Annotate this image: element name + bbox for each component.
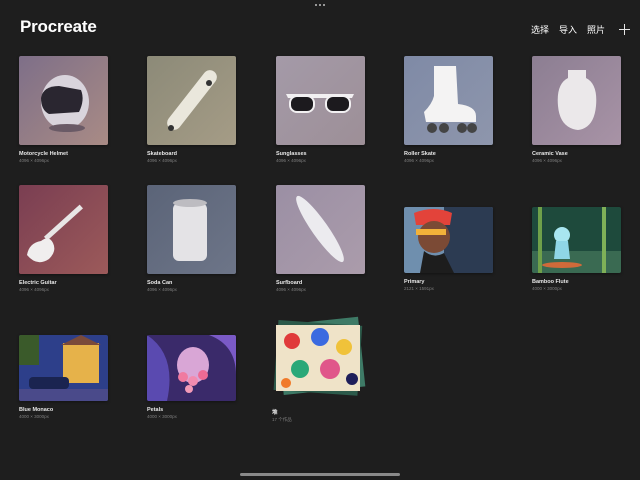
stack-image [273, 316, 366, 396]
header-actions: 选择 导入 照片 [531, 23, 630, 36]
artwork-thumbnail[interactable] [19, 56, 108, 145]
stack-card[interactable]: 堆 17 个作品 [272, 313, 368, 423]
multitasking-grabber[interactable] [315, 4, 325, 6]
motorcycle-helmet-image [19, 56, 108, 145]
artwork-card[interactable]: Electric Guitar 4096 × 4096px [19, 185, 108, 292]
artwork-thumbnail[interactable] [276, 185, 365, 274]
artwork-card[interactable]: Skateboard 4096 × 4096px [147, 56, 236, 163]
stack-title: 堆 [272, 410, 278, 416]
photo-button[interactable]: 照片 [587, 23, 605, 36]
artwork-card[interactable]: Primary 2121 × 1591px [404, 185, 493, 291]
artwork-size: 4096 × 4096px [404, 158, 434, 163]
app-title: Procreate [20, 17, 97, 36]
artwork-size: 4096 × 4096px [19, 158, 49, 163]
artwork-card[interactable]: Surfboard 4096 × 4096px [276, 185, 365, 292]
artwork-title: Electric Guitar [19, 280, 57, 286]
sunglasses-image [276, 56, 365, 145]
artwork-thumbnail[interactable] [19, 185, 108, 274]
artwork-size: 4000 × 3000px [147, 414, 177, 419]
artwork-size: 4096 × 4096px [532, 158, 562, 163]
artwork-size: 4096 × 4096px [147, 287, 177, 292]
soda-can-image [147, 185, 236, 274]
artwork-title: Motorcycle Helmet [19, 151, 68, 157]
artwork-size: 2121 × 1591px [404, 286, 434, 291]
primary-portrait-image [404, 207, 493, 273]
artwork-thumbnail[interactable] [532, 56, 621, 145]
select-button[interactable]: 选择 [531, 23, 549, 36]
new-canvas-plus-icon[interactable] [619, 24, 630, 35]
artwork-title: Bamboo Flute [532, 279, 569, 285]
artwork-title: Skateboard [147, 151, 177, 157]
electric-guitar-image [19, 185, 108, 274]
artwork-title: Roller Skate [404, 151, 436, 157]
artwork-card[interactable]: Sunglasses 4096 × 4096px [276, 56, 365, 163]
stack-thumbnail[interactable] [272, 313, 368, 402]
petals-image [147, 335, 236, 401]
roller-skate-image [404, 56, 493, 145]
artwork-thumbnail[interactable] [147, 56, 236, 145]
artwork-title: Soda Can [147, 280, 173, 286]
artwork-card[interactable]: Petals 4000 × 3000px [147, 313, 236, 419]
bamboo-flute-image [532, 207, 621, 273]
home-indicator[interactable] [240, 473, 400, 476]
artwork-title: Petals [147, 407, 164, 413]
artwork-thumbnail[interactable] [147, 335, 236, 401]
artwork-size: 4096 × 4096px [276, 158, 306, 163]
skateboard-image [147, 56, 236, 145]
artwork-size: 4000 × 3000px [532, 286, 562, 291]
artwork-card[interactable]: Bamboo Flute 4000 × 3000px [532, 185, 621, 291]
artwork-title: Surfboard [276, 280, 303, 286]
artwork-size: 4000 × 3000px [19, 414, 49, 419]
import-button[interactable]: 导入 [559, 23, 577, 36]
artwork-thumbnail[interactable] [404, 207, 493, 273]
artwork-thumbnail[interactable] [19, 335, 108, 401]
artwork-card[interactable]: Roller Skate 4096 × 4096px [404, 56, 493, 163]
artwork-thumbnail[interactable] [404, 56, 493, 145]
artwork-title: Blue Monaco [19, 407, 54, 413]
artwork-size: 4096 × 4096px [19, 287, 49, 292]
artwork-size: 4096 × 4096px [276, 287, 306, 292]
artwork-card[interactable]: Motorcycle Helmet 4096 × 4096px [19, 56, 108, 163]
artwork-size: 4096 × 4096px [147, 158, 177, 163]
artwork-card[interactable]: Ceramic Vase 4096 × 4096px [532, 56, 621, 163]
artwork-title: Sunglasses [276, 151, 307, 157]
blue-monaco-image [19, 335, 108, 401]
stack-count: 17 个作品 [272, 417, 292, 422]
artwork-thumbnail[interactable] [276, 56, 365, 145]
ceramic-vase-image [532, 56, 621, 145]
artwork-title: Ceramic Vase [532, 151, 568, 157]
artwork-thumbnail[interactable] [532, 207, 621, 273]
surfboard-image [276, 185, 365, 274]
artwork-card[interactable]: Soda Can 4096 × 4096px [147, 185, 236, 292]
artwork-title: Primary [404, 279, 425, 285]
artwork-card[interactable]: Blue Monaco 4000 × 3000px [19, 313, 108, 419]
artwork-thumbnail[interactable] [147, 185, 236, 274]
